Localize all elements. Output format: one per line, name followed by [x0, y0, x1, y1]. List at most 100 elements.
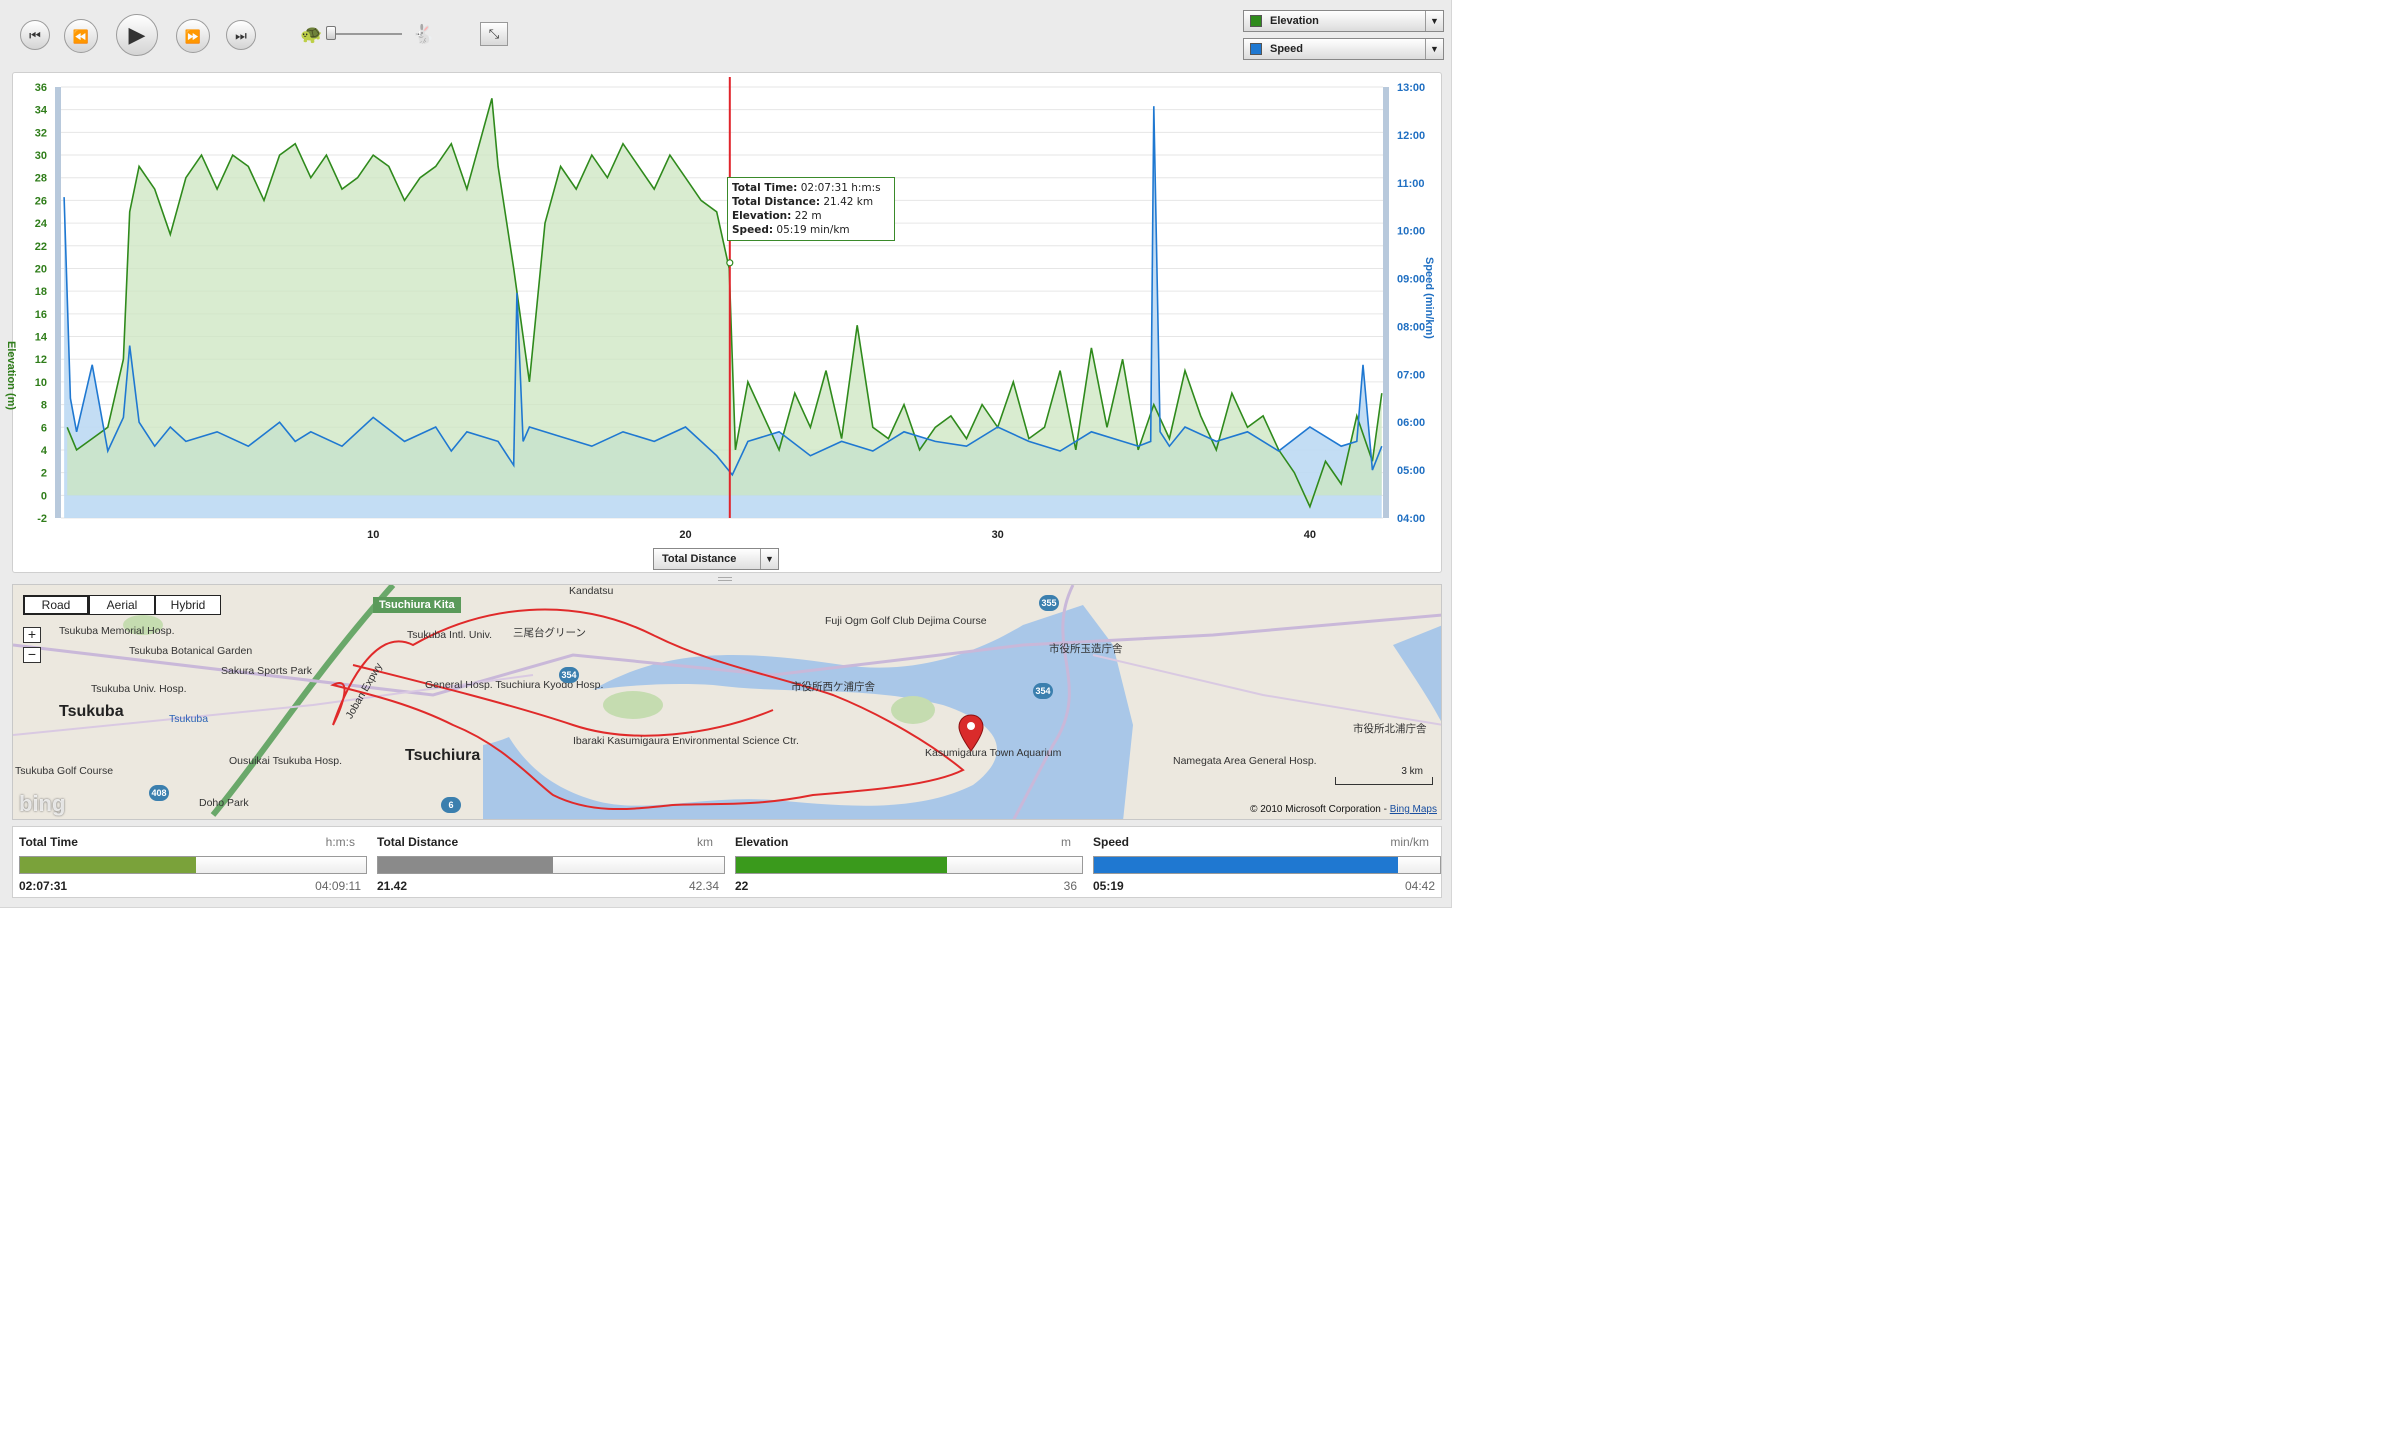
cursor-tooltip: Total Time: 02:07:31 h:m:s Total Distanc… [727, 177, 895, 241]
x-tick-label: 40 [1304, 529, 1316, 541]
stat-value: 05:19 [1093, 879, 1124, 893]
left-tick-label: 6 [41, 422, 47, 434]
tooltip-speed-label: Speed: [732, 224, 774, 236]
map-label: Tsukuba Botanical Garden [129, 645, 253, 657]
left-tick-label: 4 [41, 445, 48, 457]
map-scale-bar [1335, 777, 1433, 785]
collapse-icon: ⤡ [488, 26, 500, 41]
x-tick-label: 30 [992, 529, 1004, 541]
map-type-aerial-button[interactable]: Aerial [89, 595, 155, 615]
left-tick-label: 8 [41, 400, 47, 412]
right-tick-label: 09:00 [1397, 274, 1425, 286]
map-type-aerial-label: Aerial [106, 598, 138, 612]
tooltip-time-value: 02:07:31 h:m:s [800, 182, 881, 194]
stat-total-time: Total Time h:m:s 02:07:31 04:09:11 [13, 827, 367, 897]
left-tick-label: 0 [41, 490, 47, 502]
map-type-road-button[interactable]: Road [23, 595, 89, 615]
play-icon: ▶ [128, 22, 146, 47]
stat-max: 36 [1063, 879, 1077, 893]
map-label: Tsukuba Memorial Hosp. [59, 625, 175, 637]
map-canvas[interactable] [13, 585, 1442, 820]
map-label: 市役所西ケ浦庁舎 [791, 681, 875, 693]
collapse-view-button[interactable]: ⤡ [480, 22, 508, 46]
stat-speed: Speed min/km 05:19 04:42 [1087, 827, 1441, 897]
left-tick-label: 32 [35, 127, 47, 139]
map-type-hybrid-button[interactable]: Hybrid [155, 595, 221, 615]
right-tick-label: 08:00 [1397, 321, 1425, 333]
x-axis-select[interactable]: Total Distance ▼ [653, 548, 779, 570]
elevation-speed-chart[interactable]: -202468101214161820222426283032343604:00… [13, 73, 1443, 574]
speed-select-label: Speed [1270, 43, 1304, 55]
route-badge: 408 [149, 785, 169, 801]
chevron-down-icon[interactable]: ▼ [1425, 11, 1443, 31]
left-tick-label: 28 [35, 173, 47, 185]
bing-maps-link[interactable]: Bing Maps [1390, 804, 1437, 815]
route-badge: 355 [1039, 595, 1059, 611]
stat-value: 02:07:31 [19, 879, 68, 893]
stat-unit: m [1061, 835, 1071, 849]
zoom-in-button[interactable]: + [23, 627, 41, 643]
skip-end-icon: ⏭ [235, 27, 247, 43]
gps-playback-app: ⏮ ⏪ ▶ ⏩ ⏭ 🐢 🐇 ⤡ Elevation ▼ Speed ▼ -2 0 2… [0, 0, 1452, 908]
minus-icon: − [27, 646, 37, 662]
map-label: Doho Park [199, 797, 249, 809]
map-label: Tsukuba [59, 703, 124, 720]
play-button[interactable]: ▶ [116, 14, 158, 56]
step-forward-button[interactable]: ⏩ [176, 19, 210, 53]
stat-total-distance: Total Distance km 21.42 42.34 [371, 827, 725, 897]
map-type-road-label: Road [41, 598, 71, 612]
map-label: Tsukuba Univ. Hosp. [91, 683, 187, 695]
chevron-down-icon[interactable]: ▼ [1425, 39, 1443, 59]
left-tick-label: 24 [35, 218, 48, 230]
map-label: Ousuikai Tsukuba Hosp. [229, 755, 343, 767]
bing-logo: bing [19, 791, 66, 816]
stat-progress-bar [1093, 856, 1441, 874]
chevron-down-icon[interactable]: ▼ [760, 549, 778, 569]
playback-speed-slider[interactable] [328, 33, 402, 35]
right-axis-bar [1383, 87, 1389, 518]
panel-splitter-handle[interactable] [718, 577, 732, 581]
map-pin-icon[interactable] [957, 713, 985, 753]
skip-to-end-button[interactable]: ⏭ [226, 20, 256, 50]
stat-fill [736, 857, 948, 873]
tortoise-icon: 🐢 [300, 24, 323, 44]
map-panel[interactable]: Road Aerial Hybrid + − Tsuchiura Kita Ts… [12, 584, 1442, 820]
map-type-hybrid-label: Hybrid [170, 598, 206, 612]
right-tick-label: 10:00 [1397, 226, 1425, 238]
map-label: 市役所北浦庁舎 [1353, 723, 1427, 735]
stat-progress-bar [377, 856, 725, 874]
playback-speed-thumb[interactable] [326, 26, 336, 40]
map-label: Tsukuba Intl. Univ. [407, 629, 493, 641]
map-label: 市役所玉造庁舎 [1049, 643, 1123, 655]
left-tick-label: 10 [35, 377, 47, 389]
map-label: General Hosp. Tsuchiura Kyodo Hosp. [425, 679, 604, 691]
stat-unit: km [697, 835, 713, 849]
stat-progress-bar [735, 856, 1083, 874]
route-badge: 354 [559, 667, 579, 683]
tooltip-distance-value: 21.42 km [823, 196, 874, 208]
x-tick-label: 10 [367, 529, 379, 541]
tooltip-speed-value: 05:19 min/km [776, 224, 850, 236]
map-label: Tsukuba Golf Course [15, 765, 114, 777]
map-scale-label: 3 km [1401, 766, 1423, 777]
right-tick-label: 07:00 [1397, 369, 1425, 381]
speed-series-select[interactable]: Speed ▼ [1243, 38, 1444, 60]
stat-title: Elevation [735, 835, 789, 849]
map-label: Tsukuba [169, 713, 209, 725]
step-back-button[interactable]: ⏪ [64, 19, 98, 53]
stat-elevation: Elevation m 22 36 [729, 827, 1083, 897]
elevation-series-select[interactable]: Elevation ▼ [1243, 10, 1444, 32]
left-tick-label: 16 [35, 309, 47, 321]
step-forward-icon: ⏩ [184, 28, 202, 44]
stat-fill [1094, 857, 1399, 873]
elevation-area [67, 98, 1382, 507]
left-tick-label: 18 [35, 286, 47, 298]
map-label: 三尾台グリーン [513, 627, 586, 639]
map-label: Ibaraki Kasumigaura Environmental Scienc… [573, 735, 799, 747]
zoom-out-button[interactable]: − [23, 647, 41, 663]
skip-to-start-button[interactable]: ⏮ [20, 20, 50, 50]
map-label: Namegata Area General Hosp. [1173, 755, 1317, 767]
left-axis-bar [55, 87, 61, 518]
stat-progress-bar [19, 856, 367, 874]
elevation-select-label: Elevation [1270, 15, 1319, 27]
